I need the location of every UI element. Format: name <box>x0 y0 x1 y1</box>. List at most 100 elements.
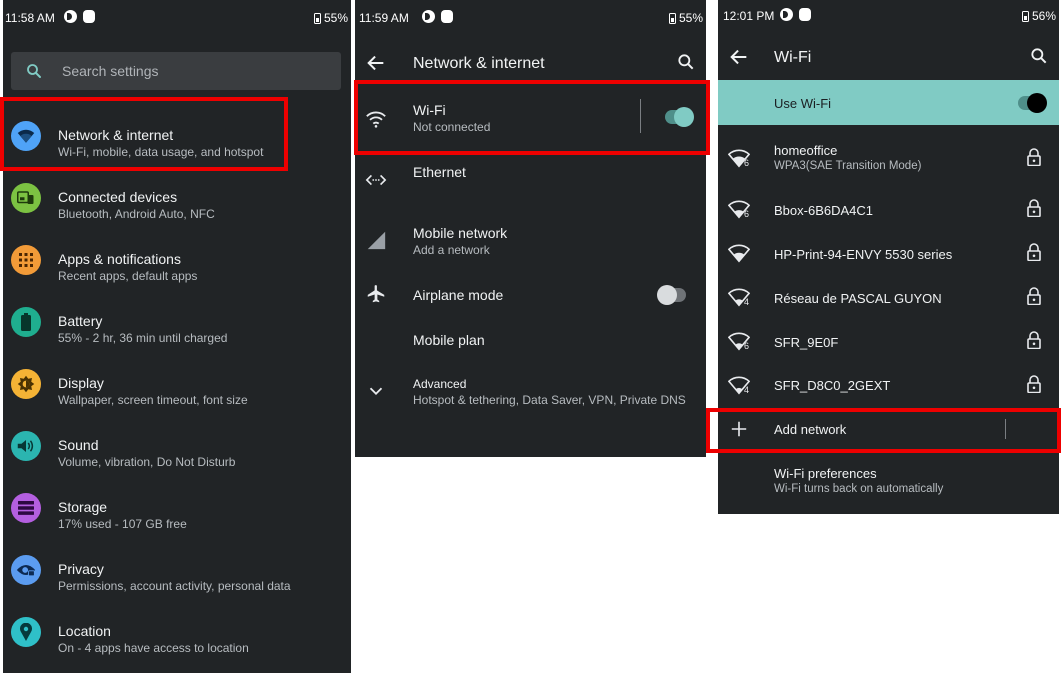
settings-main-screen: 11:58 AM 55% Search settings Network & i… <box>3 0 351 673</box>
search-icon[interactable] <box>1029 46 1049 66</box>
chevron-down-icon <box>369 387 383 396</box>
status-bar: 12:01 PM 56% <box>718 0 1059 34</box>
privacy-eye-icon <box>11 555 41 585</box>
mobile-plan-title: Mobile plan <box>413 332 485 348</box>
wifi-icon <box>11 121 41 151</box>
mobile-plan-row[interactable]: Mobile plan <box>355 318 706 360</box>
status-time: 11:59 AM <box>359 11 409 25</box>
wifi-network-name: HP-Print-94-ENVY 5530 series <box>774 247 953 262</box>
notification-square-icon <box>441 10 453 23</box>
advanced-subtitle: Hotspot & tethering, Data Saver, VPN, Pr… <box>413 393 686 407</box>
airplane-mode-row[interactable]: Airplane mode <box>355 274 706 316</box>
settings-item-subtitle: Wi-Fi, mobile, data usage, and hotspot <box>58 145 264 159</box>
mobile-network-title: Mobile network <box>413 225 508 241</box>
lock-icon <box>1027 148 1041 166</box>
advanced-row[interactable]: Advanced Hotspot & tethering, Data Saver… <box>355 365 706 415</box>
wifi-network-row[interactable]: 6 Bbox-6B6DA4C1 <box>718 187 1059 231</box>
status-time: 11:58 AM <box>5 11 55 25</box>
airplane-mode-toggle[interactable] <box>657 285 686 305</box>
back-arrow-icon[interactable] <box>728 46 750 68</box>
settings-item-subtitle: 55% - 2 hr, 36 min until charged <box>58 331 228 345</box>
lock-icon <box>1027 375 1041 393</box>
settings-item-title: Network & internet <box>58 127 174 143</box>
app-bar: Network & internet <box>355 42 706 82</box>
settings-item-location[interactable]: Location On - 4 apps have access to loca… <box>3 601 351 663</box>
wifi-network-row[interactable]: 4 SFR_D8C0_2GEXT <box>718 363 1059 407</box>
back-arrow-icon[interactable] <box>365 52 387 74</box>
lock-icon <box>1027 243 1041 261</box>
search-settings-bar[interactable]: Search settings <box>11 52 341 90</box>
notification-app-icon <box>422 10 435 23</box>
wifi-network-name: Réseau de PASCAL GUYON <box>774 291 942 306</box>
battery-percent: 55% <box>323 11 348 25</box>
settings-item-subtitle: Wallpaper, screen timeout, font size <box>58 393 248 407</box>
wifi-preferences-subtitle: Wi-Fi turns back on automatically <box>774 483 944 495</box>
wifi-network-row[interactable]: 6 SFR_9E0F <box>718 319 1059 363</box>
wifi-row[interactable]: Wi-Fi Not connected <box>355 92 706 150</box>
wifi-network-row[interactable]: 4 Réseau de PASCAL GUYON <box>718 275 1059 319</box>
settings-item-apps[interactable]: Apps & notifications Recent apps, defaul… <box>3 229 351 291</box>
wifi-badge: 6 <box>744 341 750 351</box>
settings-item-sound[interactable]: Sound Volume, vibration, Do Not Disturb <box>3 415 351 477</box>
apps-grid-icon <box>11 245 41 275</box>
battery-percent: 56% <box>1031 9 1056 23</box>
wifi-network-row[interactable]: HP-Print-94-ENVY 5530 series <box>718 231 1059 275</box>
plus-icon <box>731 421 747 437</box>
mobile-network-row[interactable]: Mobile network Add a network <box>355 213 706 273</box>
search-icon[interactable] <box>676 52 696 72</box>
wifi-network-row[interactable]: 6 homeoffice WPA3(SAE Transition Mode) <box>718 136 1059 180</box>
page-title: Network & internet <box>413 55 545 72</box>
search-icon <box>27 64 41 78</box>
use-wifi-toggle[interactable] <box>1018 93 1047 113</box>
use-wifi-bar[interactable]: Use Wi-Fi <box>718 80 1059 125</box>
wifi-icon <box>366 111 386 128</box>
status-time: 12:01 PM <box>723 9 775 23</box>
ethernet-row[interactable]: Ethernet <box>355 152 706 212</box>
settings-item-title: Location <box>58 623 111 639</box>
wifi-preferences-title: Wi-Fi preferences <box>774 466 877 481</box>
location-pin-icon <box>11 617 41 647</box>
settings-item-privacy[interactable]: Privacy Permissions, account activity, p… <box>3 539 351 601</box>
mobile-network-subtitle: Add a network <box>413 243 490 257</box>
wifi-network-name: homeoffice <box>774 143 838 158</box>
wifi-badge: 6 <box>744 158 750 168</box>
settings-item-title: Storage <box>58 499 108 515</box>
add-network-row[interactable]: Add network <box>718 408 1059 452</box>
wifi-network-detail: WPA3(SAE Transition Mode) <box>774 160 922 172</box>
wifi-toggle[interactable] <box>665 107 694 127</box>
airplane-mode-title: Airplane mode <box>413 287 504 303</box>
status-bar: 11:59 AM 55% <box>355 0 706 34</box>
wifi-badge: 6 <box>744 209 750 219</box>
settings-item-subtitle: Bluetooth, Android Auto, NFC <box>58 207 215 221</box>
battery-status-icon <box>1021 10 1029 22</box>
airplane-icon <box>367 285 385 303</box>
advanced-title: Advanced <box>413 377 467 391</box>
wifi-preferences-row[interactable]: Wi-Fi preferences Wi-Fi turns back on au… <box>718 455 1059 505</box>
notification-app-icon <box>64 10 77 23</box>
settings-item-network[interactable]: Network & internet Wi-Fi, mobile, data u… <box>3 105 351 167</box>
wifi-title: Wi-Fi <box>413 102 446 118</box>
notification-square-icon <box>83 10 95 23</box>
settings-item-title: Battery <box>58 313 103 329</box>
settings-item-storage[interactable]: Storage 17% used - 107 GB free <box>3 477 351 539</box>
battery-status-icon <box>668 12 676 24</box>
settings-item-display[interactable]: Display Wallpaper, screen timeout, font … <box>3 353 351 415</box>
row-divider <box>640 99 641 133</box>
settings-item-battery[interactable]: Battery 55% - 2 hr, 36 min until charged <box>3 291 351 353</box>
settings-item-title: Display <box>58 375 104 391</box>
battery-status-icon <box>313 12 321 24</box>
status-bar: 11:58 AM 55% <box>3 0 351 34</box>
ethernet-icon <box>365 174 387 186</box>
brightness-icon <box>11 369 41 399</box>
settings-item-subtitle: On - 4 apps have access to location <box>58 641 249 655</box>
network-internet-screen: 11:59 AM 55% Network & internet Wi-Fi No… <box>355 0 706 457</box>
use-wifi-label: Use Wi-Fi <box>774 96 832 111</box>
notification-app-icon <box>780 8 793 21</box>
wifi-status: Not connected <box>413 120 491 134</box>
wifi-network-name: Bbox-6B6DA4C1 <box>774 203 873 218</box>
wifi-network-name: SFR_9E0F <box>774 335 839 350</box>
app-bar: Wi-Fi <box>718 38 1059 78</box>
settings-item-connected-devices[interactable]: Connected devices Bluetooth, Android Aut… <box>3 167 351 229</box>
wifi-network-name: SFR_D8C0_2GEXT <box>774 378 891 393</box>
devices-icon <box>11 183 41 213</box>
